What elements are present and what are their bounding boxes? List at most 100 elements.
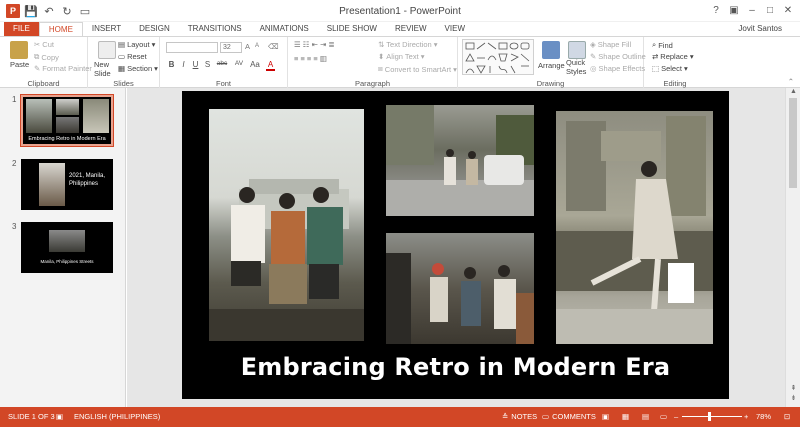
minimize-icon[interactable]: – — [744, 2, 760, 18]
maximize-icon[interactable]: □ — [762, 2, 778, 18]
clear-formatting-icon[interactable]: ⌫ — [268, 42, 279, 51]
align-text-button[interactable]: ⬍ Align Text ▾ — [378, 52, 424, 61]
editing-label: Editing — [663, 79, 687, 88]
replace-button[interactable]: ⇄ Replace ▾ — [652, 52, 694, 61]
scissors-icon: ✂ — [34, 40, 41, 49]
wall-portrait-scene — [556, 116, 713, 344]
window-controls: ? ▣ – □ ✕ — [708, 2, 796, 18]
comments-button[interactable]: ▭ COMMENTS — [542, 412, 596, 421]
font-name-field[interactable] — [166, 42, 218, 53]
slideshow-view-icon[interactable]: ▭ — [660, 412, 667, 421]
quick-styles-icon[interactable] — [568, 41, 586, 59]
group-photo[interactable] — [209, 109, 364, 341]
paragraph-label: Paragraph — [354, 79, 391, 88]
shape-fill-button[interactable]: ◈ Shape Fill — [590, 40, 631, 49]
arrange-button[interactable]: Arrange — [538, 61, 565, 70]
tab-home[interactable]: HOME — [38, 22, 83, 36]
slide-thumbnail-3[interactable]: Manila, Philippines Streets — [21, 222, 113, 273]
select-button[interactable]: ⬚ Select ▾ — [652, 64, 688, 73]
cut-button[interactable]: ✂ Cut — [34, 40, 54, 49]
tab-animations[interactable]: ANIMATIONS — [251, 22, 318, 36]
thumb-caption: Embracing Retro in Modern Era — [28, 136, 106, 142]
scroll-up-icon[interactable]: ▲ — [786, 88, 800, 95]
zoom-slider[interactable] — [682, 416, 742, 417]
find-button[interactable]: ⌕ Find — [652, 40, 673, 50]
slide-thumbnail-1[interactable]: Embracing Retro in Modern Era — [20, 94, 114, 147]
spelling-icon[interactable]: ▣ — [56, 412, 63, 421]
ribbon-tabs: FILE HOME INSERT DESIGN TRANSITIONS ANIM… — [0, 22, 800, 36]
reset-button[interactable]: ▭ Reset — [118, 52, 147, 61]
align-text-icon: ⬍ — [378, 52, 385, 61]
arrange-icon[interactable] — [542, 41, 560, 59]
text-direction-button[interactable]: ⇅ Text Direction ▾ — [378, 40, 438, 49]
user-name[interactable]: Jovit Santos — [738, 24, 782, 33]
tab-slide-show[interactable]: SLIDE SHOW — [318, 22, 386, 36]
section-label: Section — [127, 64, 153, 73]
shadow-button[interactable]: S — [203, 60, 212, 71]
vertical-scrollbar[interactable]: ▲ ⇞ ⇟ — [785, 88, 800, 407]
bold-button[interactable]: B — [167, 60, 176, 71]
shape-effects-button[interactable]: ◎ Shape Effects — [590, 64, 645, 73]
strikethrough-button[interactable]: abc — [215, 60, 229, 71]
paste-icon[interactable] — [10, 41, 28, 59]
slide-thumbnail-2[interactable]: 2021, Manila, Philippines — [21, 159, 113, 210]
normal-view-icon[interactable]: ▣ — [602, 412, 609, 421]
font-size-field[interactable]: 32 — [220, 42, 242, 53]
close-icon[interactable]: ✕ — [780, 2, 796, 18]
help-icon[interactable]: ? — [708, 2, 724, 18]
character-spacing-button[interactable]: AV — [233, 60, 245, 71]
section-button[interactable]: ▦ Section ▾ — [118, 64, 158, 73]
shapes-gallery[interactable] — [462, 39, 534, 75]
wall-portrait-photo[interactable] — [556, 111, 713, 344]
bullets-icon[interactable]: ☰ ☷ ⇤ ⇥ ≣ — [294, 40, 335, 49]
slide-sorter-icon[interactable]: ▦ — [622, 412, 629, 421]
thumb-caption: Manila, Philippines Streets — [40, 259, 94, 264]
underline-button[interactable]: U — [191, 60, 200, 71]
zoom-in-icon[interactable]: + — [744, 412, 748, 421]
notes-button[interactable]: ≙ NOTES — [502, 412, 537, 421]
align-icons[interactable]: ≡ ≡ ≡ ≡ ▥ — [294, 54, 327, 63]
grow-font-icon[interactable]: A — [245, 42, 250, 51]
slide-title[interactable]: Embracing Retro in Modern Era — [182, 353, 729, 381]
shapes-icon — [465, 42, 530, 74]
zoom-out-icon[interactable]: – — [674, 412, 678, 421]
font-color-button[interactable]: A — [266, 60, 275, 71]
slide-canvas[interactable]: Embracing Retro in Modern Era — [182, 91, 729, 399]
format-painter-button[interactable]: ✎ Format Painter — [34, 64, 92, 73]
crowd-photo[interactable] — [386, 233, 534, 344]
zoom-slider-knob[interactable] — [708, 412, 711, 421]
street-photo-scene — [386, 105, 534, 216]
font-group: 32 A A ⌫ B I U S abc AV Aa A Font — [160, 37, 288, 89]
scrollbar-thumb[interactable] — [789, 98, 797, 188]
tab-design[interactable]: DESIGN — [130, 22, 179, 36]
thumb-photo — [83, 99, 109, 133]
shape-effects-label: Shape Effects — [598, 64, 646, 73]
tab-insert[interactable]: INSERT — [83, 22, 130, 36]
convert-smartart-button[interactable]: ⧈ Convert to SmartArt ▾ — [378, 64, 457, 74]
layout-button[interactable]: ▤ Layout ▾ — [118, 40, 155, 49]
copy-button[interactable]: ⧉ Copy — [34, 52, 59, 62]
street-photo[interactable] — [386, 105, 534, 216]
language-indicator[interactable]: ENGLISH (PHILIPPINES) — [74, 412, 160, 421]
shrink-font-icon[interactable]: A — [255, 43, 259, 49]
paste-button[interactable]: Paste — [10, 60, 29, 69]
tab-transitions[interactable]: TRANSITIONS — [179, 22, 251, 36]
tab-review[interactable]: REVIEW — [386, 22, 436, 36]
comments-label: COMMENTS — [552, 412, 596, 421]
tab-file[interactable]: FILE — [4, 22, 39, 36]
fit-slide-icon[interactable]: ⊡ — [784, 412, 790, 421]
change-case-button[interactable]: Aa — [249, 60, 261, 71]
collapse-ribbon-icon[interactable]: ⌃ — [788, 77, 794, 86]
previous-slide-icon[interactable]: ⇞ — [786, 384, 800, 392]
quick-styles-button[interactable]: Quick Styles — [566, 58, 592, 76]
paragraph-group: ☰ ☷ ⇤ ⇥ ≣ ≡ ≡ ≡ ≡ ▥ ⇅ Text Direction ▾ ⬍ Al… — [288, 37, 458, 89]
brush-icon: ✎ — [34, 64, 41, 73]
reading-view-icon[interactable]: ▤ — [642, 412, 649, 421]
italic-button[interactable]: I — [179, 60, 188, 71]
ribbon-display-options-icon[interactable]: ▣ — [726, 2, 742, 18]
tab-view[interactable]: VIEW — [436, 22, 474, 36]
new-slide-icon[interactable] — [98, 41, 116, 59]
zoom-level[interactable]: 78% — [756, 412, 771, 421]
next-slide-icon[interactable]: ⇟ — [786, 394, 800, 402]
shape-outline-button[interactable]: ✎ Shape Outline — [590, 52, 646, 61]
